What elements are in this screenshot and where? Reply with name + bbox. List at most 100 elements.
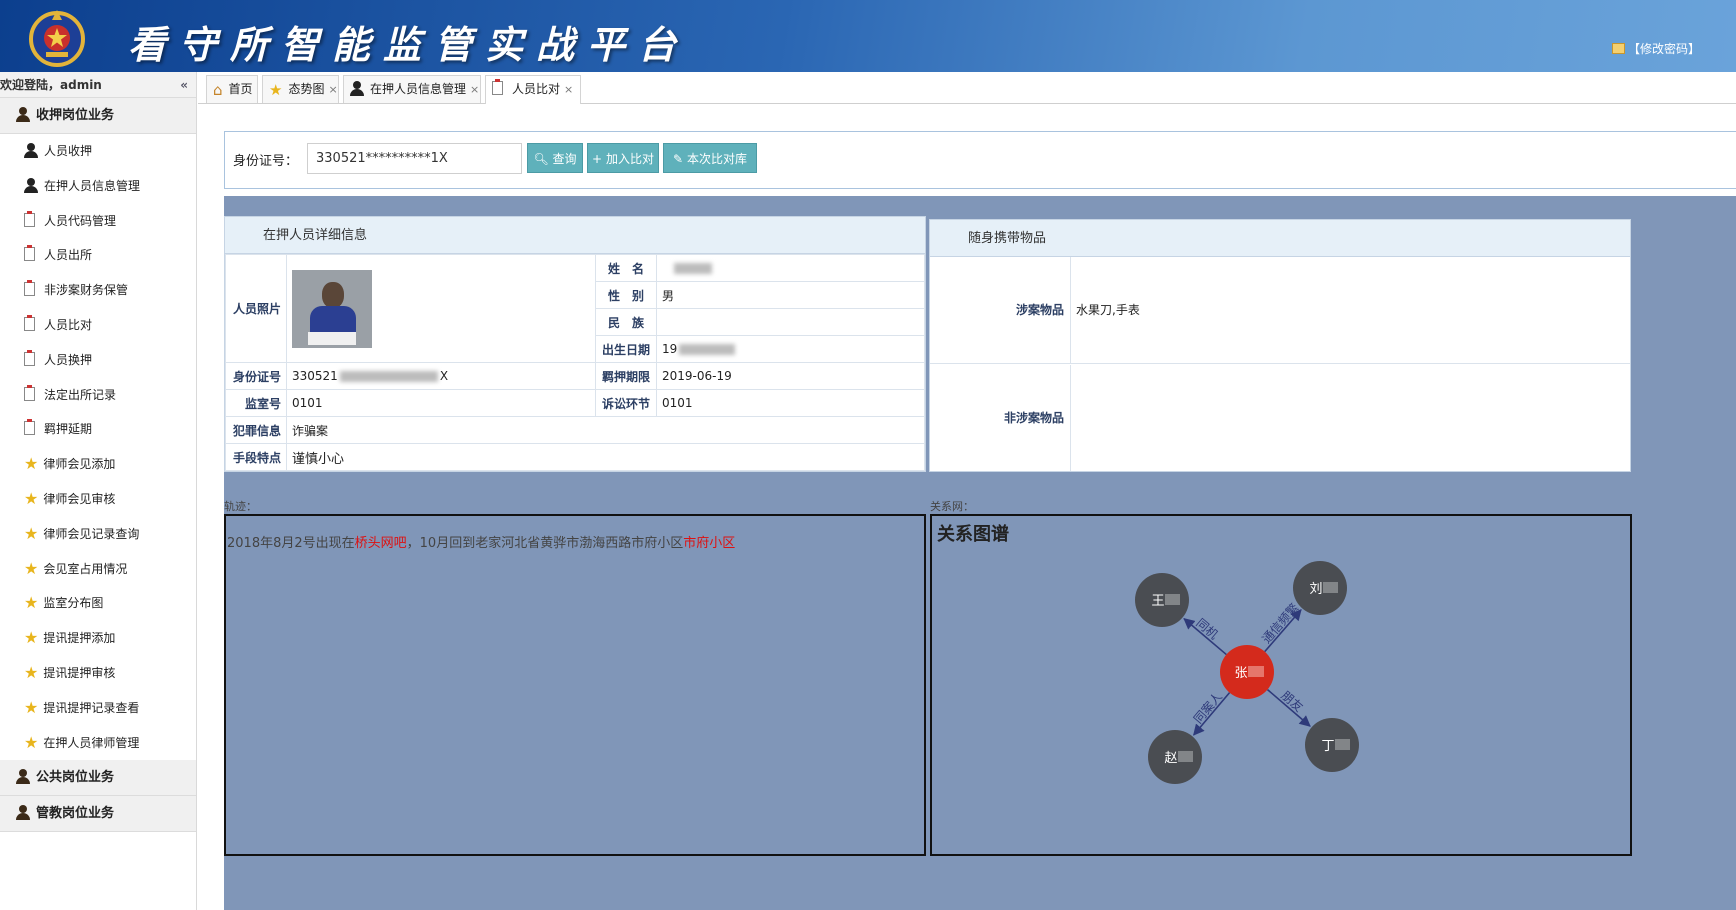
sidebar-item[interactable]: 在押人员信息管理 (0, 169, 196, 204)
sidebar-item-label: 律师会见记录查询 (43, 526, 140, 541)
sidebar-item[interactable]: ★ 律师会见审核 (0, 482, 196, 517)
relation-edge-label: 朋友 (1278, 688, 1305, 714)
clipboard-icon (24, 384, 35, 401)
redacted-mask (1248, 666, 1264, 677)
sidebar-item[interactable]: ★ 在押人员律师管理 (0, 726, 196, 761)
star-icon: ★ (24, 558, 39, 578)
sidebar-item[interactable]: 人员代码管理 (0, 204, 196, 239)
litigation-stage-label: 诉讼环节 (595, 389, 657, 417)
collapse-sidebar-icon[interactable]: « (180, 72, 188, 98)
query-button[interactable]: 🔍︎ 查询 (527, 143, 583, 173)
relation-node-label: 丁 (1321, 739, 1334, 754)
welcome-bar: 欢迎登陆，admin « (0, 72, 196, 98)
involved-items-label: 涉案物品 (930, 257, 1071, 363)
sidebar-item-label: 法定出所记录 (44, 387, 117, 402)
sidebar-item-label: 人员出所 (44, 248, 93, 263)
change-password-link[interactable]: 【修改密码】 (1611, 40, 1700, 57)
compare-panel: 在押人员详细信息 人员照片 姓 名 性 别 男 民 族 出生日期 19 身份证号… (224, 196, 1736, 910)
belongings-title: 随身携带物品 (930, 220, 1630, 257)
sidebar-item[interactable]: ★ 提讯提押添加 (0, 621, 196, 656)
relation-edge-label: 同案人 (1190, 689, 1225, 726)
compare-library-label: 本次比对库 (686, 152, 747, 166)
relation-edge-label: 通信频繁 (1259, 600, 1302, 646)
clipboard-icon (24, 314, 35, 331)
id-number-input[interactable] (307, 143, 522, 174)
clipboard-icon (492, 79, 503, 95)
sidebar-item-label: 提讯提押审核 (43, 665, 116, 680)
search-bar: 身份证号： 🔍︎ 查询 + 加入比对 ✎ 本次比对库 (224, 131, 1736, 189)
sidebar-item[interactable]: ★ 监室分布图 (0, 586, 196, 621)
tab-situation-map[interactable]: ★ 态势图 × (262, 75, 339, 103)
detail-card-title: 在押人员详细信息 (225, 217, 925, 254)
sidebar-item[interactable]: 人员收押 (0, 134, 196, 169)
sidebar-item[interactable]: 非涉案财务保管 (0, 273, 196, 308)
clipboard-icon (24, 245, 35, 262)
star-icon: ★ (24, 593, 39, 613)
add-compare-button[interactable]: + 加入比对 (587, 143, 659, 173)
uninvolved-items-label: 非涉案物品 (930, 365, 1071, 471)
sidebar-item[interactable]: ★ 提讯提押记录查看 (0, 691, 196, 726)
sidebar-item-label: 律师会见审核 (43, 491, 116, 506)
star-icon: ★ (24, 662, 39, 682)
person-icon (24, 143, 38, 158)
sidebar-item[interactable]: 人员出所 (0, 238, 196, 273)
tab-label: 人员比对 (512, 82, 561, 96)
sidebar-group[interactable]: 收押岗位业务 (0, 98, 196, 134)
sidebar-item-label: 监室分布图 (43, 596, 104, 611)
sidebar-item[interactable]: ★ 律师会见添加 (0, 447, 196, 482)
photo-cell (286, 254, 596, 363)
sidebar-item[interactable]: 人员比对 (0, 308, 196, 343)
compare-library-button[interactable]: ✎ 本次比对库 (663, 143, 757, 173)
relation-graph[interactable]: 同机 通信频繁同案人 朋友 王 刘赵 丁 张 (932, 516, 1630, 854)
sidebar-item-label: 人员比对 (44, 317, 93, 332)
track-text: 2018年8月2号出现在桥头网吧，10月回到老家河北省黄骅市渤海西路市府小区市府… (227, 532, 735, 551)
tab-close-icon[interactable]: × (470, 83, 479, 96)
tab-close-icon[interactable]: × (328, 83, 337, 96)
id-number-field-label: 身份证号 (225, 362, 287, 390)
litigation-stage-value: 0101 (656, 389, 925, 417)
detail-table: 人员照片 姓 名 性 别 男 民 族 出生日期 19 身份证号 330521 X… (225, 254, 925, 471)
relation-node-label: 刘 (1309, 582, 1322, 597)
star-icon: ★ (269, 81, 283, 99)
sidebar-group-label: 管教岗位业务 (36, 806, 115, 822)
star-icon: ★ (24, 628, 39, 648)
star-icon: ★ (24, 488, 39, 508)
gender-label: 性 别 (595, 281, 657, 309)
sidebar-item[interactable]: ★ 律师会见记录查询 (0, 517, 196, 552)
sidebar-item-label: 人员收押 (44, 144, 93, 158)
track-segment: 2018年8月2号出现在 (227, 536, 355, 551)
involved-items-row: 涉案物品 水果刀,手表 (930, 257, 1630, 364)
sidebar-item[interactable]: 法定出所记录 (0, 378, 196, 413)
sidebar-item[interactable]: 人员换押 (0, 343, 196, 378)
redacted-mask (1323, 582, 1338, 593)
ethnicity-value (656, 308, 925, 336)
sidebar-menu: 收押岗位业务人员收押在押人员信息管理 人员代码管理人员出所非涉案财务保管人员比对人… (0, 98, 196, 833)
redacted-mask (1165, 594, 1180, 605)
change-password-label: 【修改密码】 (1627, 42, 1700, 56)
ethnicity-label: 民 族 (595, 308, 657, 336)
sidebar-item[interactable]: ★ 会见室占用情况 (0, 552, 196, 587)
relation-graph-panel: 关系图谱 同机 通信频繁 同案人 朋友 王 刘赵 丁 张 (930, 514, 1632, 856)
tab-close-icon[interactable]: × (564, 83, 573, 96)
tab-bar: ⌂ 首页 ★ 态势图 × 在押人员信息管理 × 人员比对 × (198, 72, 1736, 104)
sidebar-item[interactable]: ★ 提讯提押审核 (0, 656, 196, 691)
officer-icon (16, 769, 30, 785)
star-icon: ★ (24, 523, 39, 543)
birth-date-label: 出生日期 (595, 335, 657, 363)
person-icon (350, 81, 364, 96)
clipboard-icon (24, 419, 35, 436)
belongings-card: 随身携带物品 涉案物品 水果刀,手表 非涉案物品 (929, 219, 1631, 472)
sidebar-group[interactable]: 公共岗位业务 (0, 760, 196, 797)
sidebar-group[interactable]: 管教岗位业务 (0, 796, 196, 833)
officer-icon (16, 107, 30, 122)
sidebar-item[interactable]: 羁押延期 (0, 412, 196, 447)
tab-person-compare[interactable]: 人员比对 × (485, 75, 581, 104)
app-header: 看守所智能监管实战平台 【修改密码】 (0, 0, 1736, 72)
tab-detainee-info[interactable]: 在押人员信息管理 × (343, 75, 481, 103)
plus-icon: + (592, 152, 603, 166)
relation-graph-title: 关系图谱 (937, 524, 1009, 545)
redacted-mask (679, 344, 736, 355)
tab-home[interactable]: ⌂ 首页 (206, 75, 258, 103)
name-label: 姓 名 (595, 254, 657, 282)
content-area: 身份证号： 🔍︎ 查询 + 加入比对 ✎ 本次比对库 在押人员详细信息 人员照片… (198, 104, 1736, 910)
